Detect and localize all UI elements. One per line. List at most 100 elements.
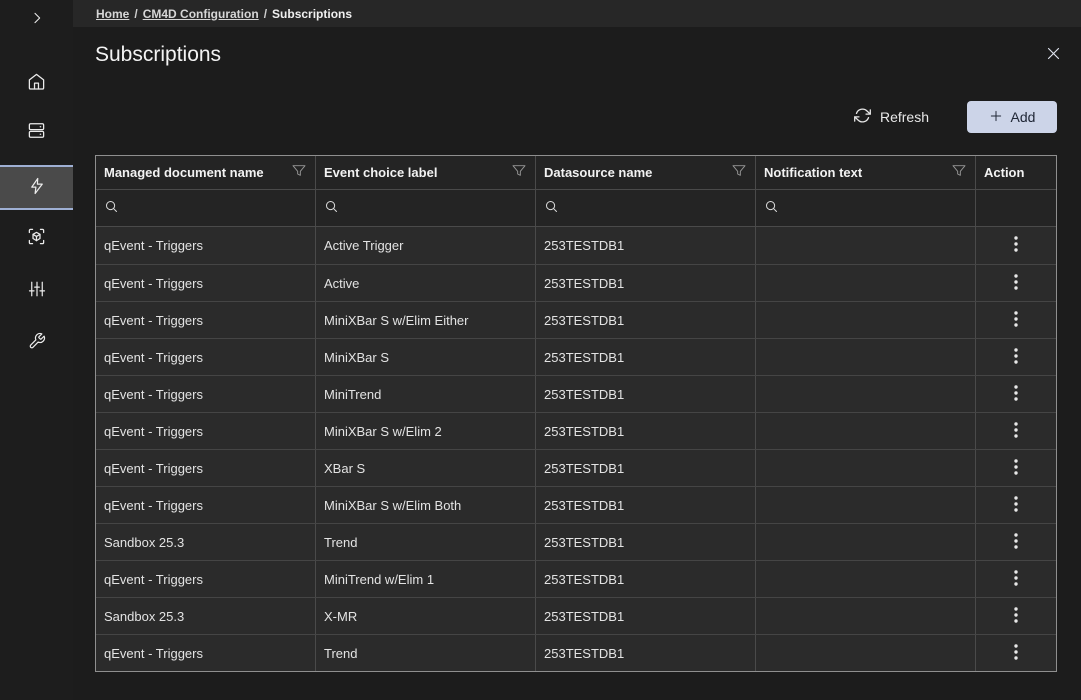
sidebar-item-settings[interactable] [0, 268, 73, 312]
cell-event-choice-label: MiniTrend w/Elim 1 [316, 561, 536, 597]
cell-managed-document-name: qEvent - Triggers [96, 376, 316, 412]
sidebar-item-objects[interactable] [0, 216, 73, 260]
kebab-menu-icon [1014, 236, 1018, 255]
cell-managed-document-name: qEvent - Triggers [96, 635, 316, 671]
cell-datasource-name: 253TESTDB1 [536, 376, 756, 412]
subscriptions-table: Managed document name Event choice label… [95, 155, 1057, 672]
search-filter-event-choice-label[interactable] [316, 190, 536, 226]
table-row: qEvent - Triggers MiniTrend w/Elim 1 253… [96, 560, 1056, 597]
cell-managed-document-name: qEvent - Triggers [96, 561, 316, 597]
cell-action [976, 265, 1056, 301]
kebab-menu-icon [1014, 570, 1018, 589]
cell-event-choice-label: MiniTrend [316, 376, 536, 412]
column-header-managed-document-name[interactable]: Managed document name [96, 156, 316, 189]
cell-notification-text [756, 450, 976, 486]
row-actions-menu-button[interactable] [1003, 529, 1029, 555]
column-label: Managed document name [104, 165, 264, 180]
cell-action [976, 450, 1056, 486]
sidebar-expand-button[interactable] [0, 0, 73, 38]
sidebar-item-home[interactable] [0, 61, 73, 105]
cell-action [976, 376, 1056, 412]
cell-action [976, 487, 1056, 523]
cell-action [976, 524, 1056, 560]
kebab-menu-icon [1014, 311, 1018, 330]
row-actions-menu-button[interactable] [1003, 307, 1029, 333]
wrench-icon [28, 332, 46, 353]
kebab-menu-icon [1014, 274, 1018, 293]
close-button[interactable] [1044, 46, 1062, 64]
add-button[interactable]: Add [967, 101, 1057, 133]
kebab-menu-icon [1014, 459, 1018, 478]
cell-notification-text [756, 487, 976, 523]
column-label: Action [984, 165, 1024, 180]
cell-notification-text [756, 339, 976, 375]
search-filter-managed-document-name[interactable] [96, 190, 316, 226]
kebab-menu-icon [1014, 348, 1018, 367]
column-header-notification-text[interactable]: Notification text [756, 156, 976, 189]
filter-icon[interactable] [731, 163, 747, 182]
sidebar-item-datasources[interactable] [0, 110, 73, 154]
cell-datasource-name: 253TESTDB1 [536, 302, 756, 338]
add-label: Add [1011, 109, 1036, 125]
cell-managed-document-name: qEvent - Triggers [96, 487, 316, 523]
filter-icon[interactable] [511, 163, 527, 182]
kebab-menu-icon [1014, 607, 1018, 626]
cell-notification-text [756, 524, 976, 560]
cell-action [976, 227, 1056, 264]
plus-icon [989, 109, 1003, 126]
table-row: qEvent - Triggers XBar S 253TESTDB1 [96, 449, 1056, 486]
row-actions-menu-button[interactable] [1003, 418, 1029, 444]
column-label: Event choice label [324, 165, 437, 180]
page-title: Subscriptions [95, 43, 221, 67]
row-actions-menu-button[interactable] [1003, 640, 1029, 666]
filter-icon[interactable] [951, 163, 967, 182]
cell-action [976, 302, 1056, 338]
chevron-right-icon [29, 10, 45, 29]
row-actions-menu-button[interactable] [1003, 566, 1029, 592]
search-filter-notification-text[interactable] [756, 190, 976, 226]
refresh-button[interactable]: Refresh [854, 107, 929, 127]
search-icon [764, 199, 779, 217]
cell-event-choice-label: MiniXBar S w/Elim Both [316, 487, 536, 523]
cell-datasource-name: 253TESTDB1 [536, 524, 756, 560]
row-actions-menu-button[interactable] [1003, 233, 1029, 259]
table-row: Sandbox 25.3 Trend 253TESTDB1 [96, 523, 1056, 560]
row-actions-menu-button[interactable] [1003, 603, 1029, 629]
cell-event-choice-label: MiniXBar S w/Elim Either [316, 302, 536, 338]
table-header-row: Managed document name Event choice label… [96, 156, 1056, 190]
filter-icon[interactable] [291, 163, 307, 182]
cell-action [976, 635, 1056, 671]
cell-notification-text [756, 598, 976, 634]
cell-notification-text [756, 302, 976, 338]
cell-event-choice-label: MiniXBar S [316, 339, 536, 375]
search-filter-datasource-name[interactable] [536, 190, 756, 226]
row-actions-menu-button[interactable] [1003, 344, 1029, 370]
row-actions-menu-button[interactable] [1003, 455, 1029, 481]
sidebar-item-subscriptions[interactable] [0, 165, 73, 210]
table-row: qEvent - Triggers MiniTrend 253TESTDB1 [96, 375, 1056, 412]
column-header-datasource-name[interactable]: Datasource name [536, 156, 756, 189]
table-toolbar: Refresh Add [854, 101, 1057, 133]
cell-managed-document-name: qEvent - Triggers [96, 302, 316, 338]
row-actions-menu-button[interactable] [1003, 381, 1029, 407]
cell-managed-document-name: Sandbox 25.3 [96, 524, 316, 560]
column-header-event-choice-label[interactable]: Event choice label [316, 156, 536, 189]
table-row: qEvent - Triggers MiniXBar S w/Elim Eith… [96, 301, 1056, 338]
search-icon [104, 199, 119, 217]
row-actions-menu-button[interactable] [1003, 492, 1029, 518]
cell-event-choice-label: XBar S [316, 450, 536, 486]
breadcrumb-home-link[interactable]: Home [96, 7, 129, 21]
cell-datasource-name: 253TESTDB1 [536, 487, 756, 523]
cell-action [976, 598, 1056, 634]
sliders-icon [28, 280, 46, 301]
cell-event-choice-label: MiniXBar S w/Elim 2 [316, 413, 536, 449]
cell-event-choice-label: Active [316, 265, 536, 301]
breadcrumb-cm4d-configuration-link[interactable]: CM4D Configuration [143, 7, 259, 21]
row-actions-menu-button[interactable] [1003, 270, 1029, 296]
sidebar-item-tools[interactable] [0, 320, 73, 364]
breadcrumb-current-page: Subscriptions [272, 7, 352, 21]
cell-datasource-name: 253TESTDB1 [536, 450, 756, 486]
cell-datasource-name: 253TESTDB1 [536, 561, 756, 597]
cell-datasource-name: 253TESTDB1 [536, 598, 756, 634]
refresh-label: Refresh [880, 109, 929, 125]
